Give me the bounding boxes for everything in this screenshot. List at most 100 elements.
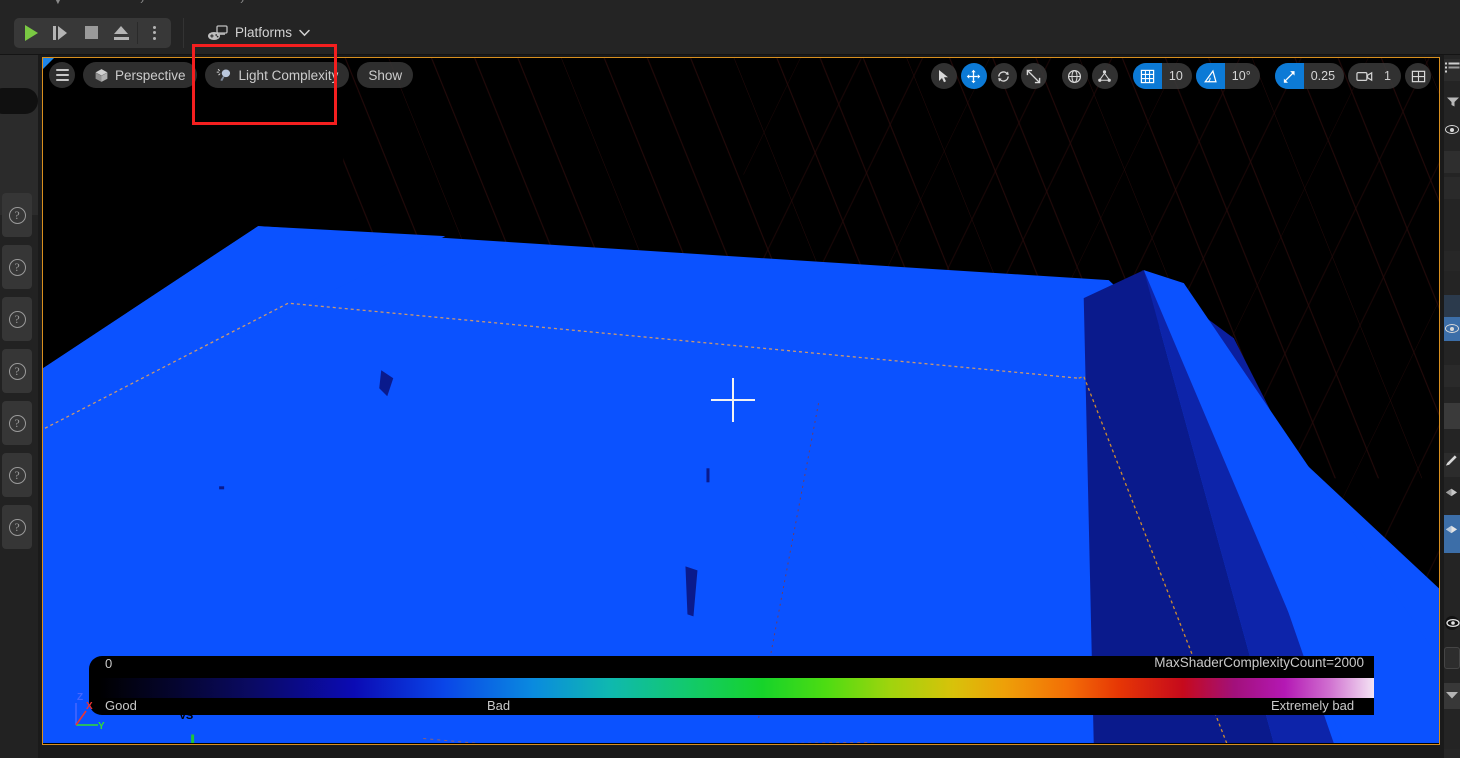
play-options-button[interactable] bbox=[139, 19, 169, 47]
sidebar-item-help-7[interactable]: ? bbox=[2, 505, 32, 549]
panel-row-2[interactable] bbox=[1444, 177, 1460, 199]
rotation-snap-value: 10° bbox=[1231, 69, 1251, 83]
scale-snap-value: 0.25 bbox=[1310, 69, 1336, 83]
sidebar-item-help-1[interactable]: ? bbox=[2, 193, 32, 237]
gizmo-y-label: Y bbox=[98, 721, 105, 732]
platforms-label: Platforms bbox=[235, 25, 293, 40]
toolbar-separator bbox=[137, 21, 138, 44]
grid-snap-control[interactable]: 10 bbox=[1132, 63, 1192, 89]
panel-visibility-row-1[interactable] bbox=[1444, 125, 1460, 145]
grid-icon bbox=[1132, 63, 1162, 89]
left-tab-rail: ? ? ? ? ? ? ? bbox=[0, 55, 38, 758]
scale-icon bbox=[1027, 69, 1041, 83]
main-toolbar: Platforms bbox=[0, 11, 1460, 55]
camera-mode-button[interactable]: Perspective bbox=[83, 62, 197, 88]
surface-snap-icon bbox=[1098, 69, 1112, 82]
camera-speed-control[interactable]: 1 bbox=[1348, 63, 1401, 89]
legend-good-label: Good bbox=[105, 698, 137, 713]
rail-top-block bbox=[0, 55, 38, 215]
panel-row-1[interactable] bbox=[1444, 151, 1460, 173]
rotation-snap-control[interactable]: 10° bbox=[1195, 63, 1260, 89]
play-icon bbox=[24, 24, 38, 41]
panel-row-selected-bg[interactable] bbox=[1444, 295, 1460, 317]
panel-header-row[interactable] bbox=[1444, 59, 1460, 81]
rotate-icon bbox=[998, 70, 1010, 82]
view-mode-button[interactable]: Light Complexity bbox=[204, 62, 350, 88]
question-mark-icon: ? bbox=[8, 362, 26, 380]
filter-icon bbox=[1447, 97, 1459, 107]
legend-max-label: MaxShaderComplexityCount=2000 bbox=[1154, 655, 1364, 670]
materials-row-2[interactable] bbox=[1444, 485, 1460, 509]
chevron-down-icon bbox=[1446, 692, 1458, 699]
select-tool-button[interactable] bbox=[930, 63, 957, 89]
panel-row-4[interactable] bbox=[1444, 365, 1460, 387]
stop-button[interactable] bbox=[76, 19, 106, 47]
viewport-options-button[interactable] bbox=[49, 62, 75, 88]
camera-icon bbox=[1356, 71, 1373, 81]
legend-gradient-bar: VS PS bbox=[99, 678, 1374, 722]
question-mark-icon: ? bbox=[8, 310, 26, 328]
question-mark-icon: ? bbox=[8, 414, 26, 432]
editor-window: ▼ › › Platforms ? ? ? ? ? ? ? Perspectiv… bbox=[0, 0, 1460, 758]
scale-tool-button[interactable] bbox=[1020, 63, 1047, 89]
panel-row-3[interactable] bbox=[1444, 251, 1460, 271]
legend-min-label: 0 bbox=[105, 656, 113, 671]
light-complexity-icon bbox=[216, 69, 230, 82]
chevron-down-icon bbox=[299, 29, 310, 36]
outliner-icon bbox=[1445, 62, 1460, 73]
materials-row-selected[interactable] bbox=[1444, 515, 1460, 553]
coordinate-system-button[interactable] bbox=[1061, 63, 1088, 89]
platforms-icon bbox=[208, 24, 228, 40]
grid-snap-value: 10 bbox=[1168, 69, 1183, 83]
panel-footer-row bbox=[1444, 749, 1460, 758]
scale-snap-control[interactable]: 0.25 bbox=[1274, 63, 1345, 89]
translate-tool-button[interactable] bbox=[960, 63, 987, 89]
skip-frame-button[interactable] bbox=[46, 19, 76, 47]
view-mode-label: Light Complexity bbox=[238, 67, 339, 83]
viewport-layouts-button[interactable] bbox=[1405, 63, 1431, 89]
sidebar-item-help-5[interactable]: ? bbox=[2, 401, 32, 445]
question-mark-icon: ? bbox=[8, 258, 26, 276]
play-button[interactable] bbox=[16, 19, 46, 47]
play-controls-group bbox=[14, 17, 171, 48]
rotate-tool-button[interactable] bbox=[990, 63, 1017, 89]
viewport-toolbar-right: 10 10° 0.25 1 bbox=[930, 62, 1431, 90]
sidebar-item-help-2[interactable]: ? bbox=[2, 245, 32, 289]
cursor-arrow-icon bbox=[939, 70, 949, 83]
question-mark-icon: ? bbox=[8, 206, 26, 224]
sidebar-item-help-3[interactable]: ? bbox=[2, 297, 32, 341]
collapsed-panel-tab[interactable] bbox=[0, 88, 38, 114]
sidebar-item-help-6[interactable]: ? bbox=[2, 453, 32, 497]
eye-circle-icon bbox=[1445, 616, 1460, 630]
legend-extremely-bad-label: Extremely bad bbox=[1271, 698, 1355, 713]
mesh-icon bbox=[1445, 525, 1458, 534]
platforms-button[interactable]: Platforms bbox=[200, 18, 318, 48]
panel-row-5[interactable] bbox=[1444, 403, 1460, 429]
cutoff-glyph-2: › bbox=[140, 0, 144, 7]
legend-bad-label: Bad bbox=[487, 698, 511, 713]
scale-snap-icon bbox=[1274, 63, 1304, 89]
toolbar-divider bbox=[183, 17, 184, 48]
angle-icon bbox=[1195, 63, 1225, 89]
panel-visibility-row-2[interactable] bbox=[1444, 615, 1460, 637]
show-menu-button[interactable]: Show bbox=[357, 62, 414, 88]
panel-field[interactable] bbox=[1444, 647, 1460, 669]
show-menu-label: Show bbox=[368, 67, 403, 83]
globe-icon bbox=[1068, 69, 1082, 83]
materials-row-1[interactable] bbox=[1444, 453, 1460, 477]
panel-filter-row[interactable] bbox=[1444, 95, 1460, 109]
pencil-icon bbox=[1445, 455, 1457, 466]
eye-icon bbox=[1445, 125, 1459, 134]
level-viewport[interactable]: Perspective Light Complexity Show 10 10°… bbox=[42, 57, 1440, 745]
camera-mode-label: Perspective bbox=[115, 67, 186, 83]
eject-button[interactable] bbox=[106, 19, 136, 47]
sidebar-item-help-4[interactable]: ? bbox=[2, 349, 32, 393]
hamburger-icon bbox=[55, 69, 69, 81]
cutoff-glyph-3: › bbox=[240, 0, 244, 7]
panel-row-selected[interactable] bbox=[1444, 317, 1460, 341]
surface-snap-button[interactable] bbox=[1091, 63, 1118, 89]
panel-dropdown[interactable] bbox=[1444, 683, 1460, 709]
eye-icon[interactable] bbox=[1445, 324, 1459, 333]
eject-icon bbox=[113, 25, 130, 40]
cube-icon bbox=[95, 68, 108, 82]
